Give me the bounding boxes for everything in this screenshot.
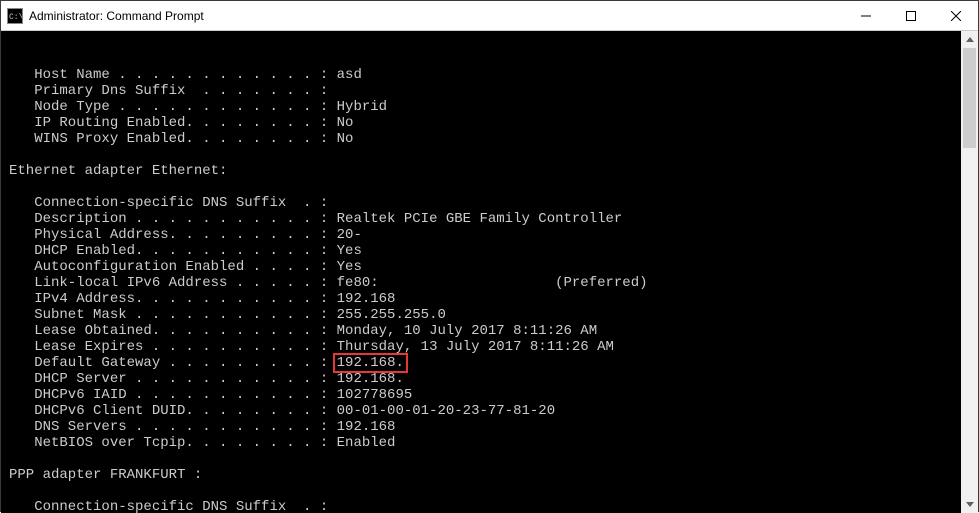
output-line: Description . . . . . . . . . . . : Real… [9,211,622,227]
scrollbar-track[interactable] [961,48,978,496]
output-line: Physical Address. . . . . . . . . : 20- [9,227,362,243]
output-line: IPv4 Address. . . . . . . . . . . : 192.… [9,291,395,307]
output-line: Subnet Mask . . . . . . . . . . . : 255.… [9,307,446,323]
svg-text:C:\: C:\ [9,13,22,22]
output-line: DNS Servers . . . . . . . . . . . : 192.… [9,419,395,435]
output-line: DHCPv6 Client DUID. . . . . . . . : 00-0… [9,403,555,419]
output-line: Lease Obtained. . . . . . . . . . : Mond… [9,323,597,339]
output-line [9,51,17,67]
output-line: Node Type . . . . . . . . . . . . : Hybr… [9,99,387,115]
default-gateway-highlight: 192.168. [333,353,408,373]
output-section-header: PPP adapter FRANKFURT : [9,467,202,483]
scroll-down-button[interactable] [961,496,978,513]
output-line: DHCP Server . . . . . . . . . . . : 192.… [9,371,404,387]
output-line: Default Gateway . . . . . . . . . : 192.… [9,355,404,371]
output-line: IP Routing Enabled. . . . . . . . : No [9,115,353,131]
scrollbar-thumb[interactable] [963,48,976,148]
window-title: Administrator: Command Prompt [29,9,843,23]
cmd-icon: C:\ [7,8,23,24]
terminal-area: Host Name . . . . . . . . . . . . : asd … [1,31,978,513]
window-controls [843,1,978,30]
output-line [9,147,17,163]
output-line: Connection-specific DNS Suffix . : [9,195,328,211]
vertical-scrollbar[interactable] [961,31,978,513]
window-titlebar: C:\ Administrator: Command Prompt [1,1,978,31]
output-line: Host Name . . . . . . . . . . . . : asd [9,67,362,83]
minimize-button[interactable] [843,1,888,30]
output-line: Lease Expires . . . . . . . . . . : Thur… [9,339,614,355]
output-line: Link-local IPv6 Address . . . . . : fe80… [9,275,648,291]
output-section-header: Ethernet adapter Ethernet: [9,163,227,179]
close-button[interactable] [933,1,978,30]
output-line [9,179,17,195]
output-line: WINS Proxy Enabled. . . . . . . . : No [9,131,353,147]
terminal-output[interactable]: Host Name . . . . . . . . . . . . : asd … [1,31,961,513]
maximize-button[interactable] [888,1,933,30]
output-line [9,451,17,467]
scroll-up-button[interactable] [961,31,978,48]
default-gateway-label: Default Gateway . . . . . . . . . : [9,355,337,371]
output-line [9,483,17,499]
output-line: DHCP Enabled. . . . . . . . . . . : Yes [9,243,362,259]
output-line: NetBIOS over Tcpip. . . . . . . . : Enab… [9,435,395,451]
output-line: Autoconfiguration Enabled . . . . : Yes [9,259,362,275]
output-line: Connection-specific DNS Suffix . : [9,499,328,513]
output-line: Primary Dns Suffix . . . . . . . : [9,83,328,99]
output-line: DHCPv6 IAID . . . . . . . . . . . : 1027… [9,387,412,403]
